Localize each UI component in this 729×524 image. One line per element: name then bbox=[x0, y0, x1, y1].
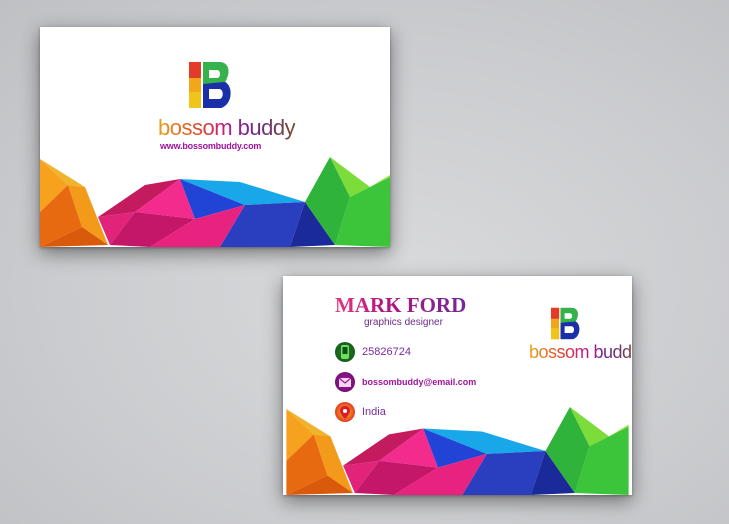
business-card-front: bossom buddy www.bossombuddy.com bbox=[40, 27, 390, 247]
contact-email: bossombuddy@email.com bbox=[335, 372, 476, 392]
brand-name: bossom buddy bbox=[529, 342, 632, 363]
envelope-icon bbox=[335, 372, 355, 392]
website-link[interactable]: www.bossombuddy.com bbox=[160, 141, 261, 151]
logo-mark bbox=[189, 62, 231, 108]
phone-icon bbox=[335, 342, 355, 362]
email-address[interactable]: bossombuddy@email.com bbox=[362, 377, 476, 387]
person-title: graphics designer bbox=[364, 317, 443, 328]
phone-number[interactable]: 25826724 bbox=[362, 346, 411, 358]
polygon-decoration bbox=[286, 407, 629, 495]
business-card-back: MARK FORD graphics designer 25826724 bos… bbox=[283, 276, 632, 495]
logo-mark bbox=[551, 307, 580, 340]
canvas: { "brand": { "name": "bossom buddy", "we… bbox=[0, 0, 729, 524]
brand-name: bossom buddy bbox=[158, 115, 296, 140]
polygon-decoration bbox=[40, 157, 390, 247]
person-name: MARK FORD bbox=[335, 293, 467, 317]
contact-phone: 25826724 bbox=[335, 342, 411, 362]
